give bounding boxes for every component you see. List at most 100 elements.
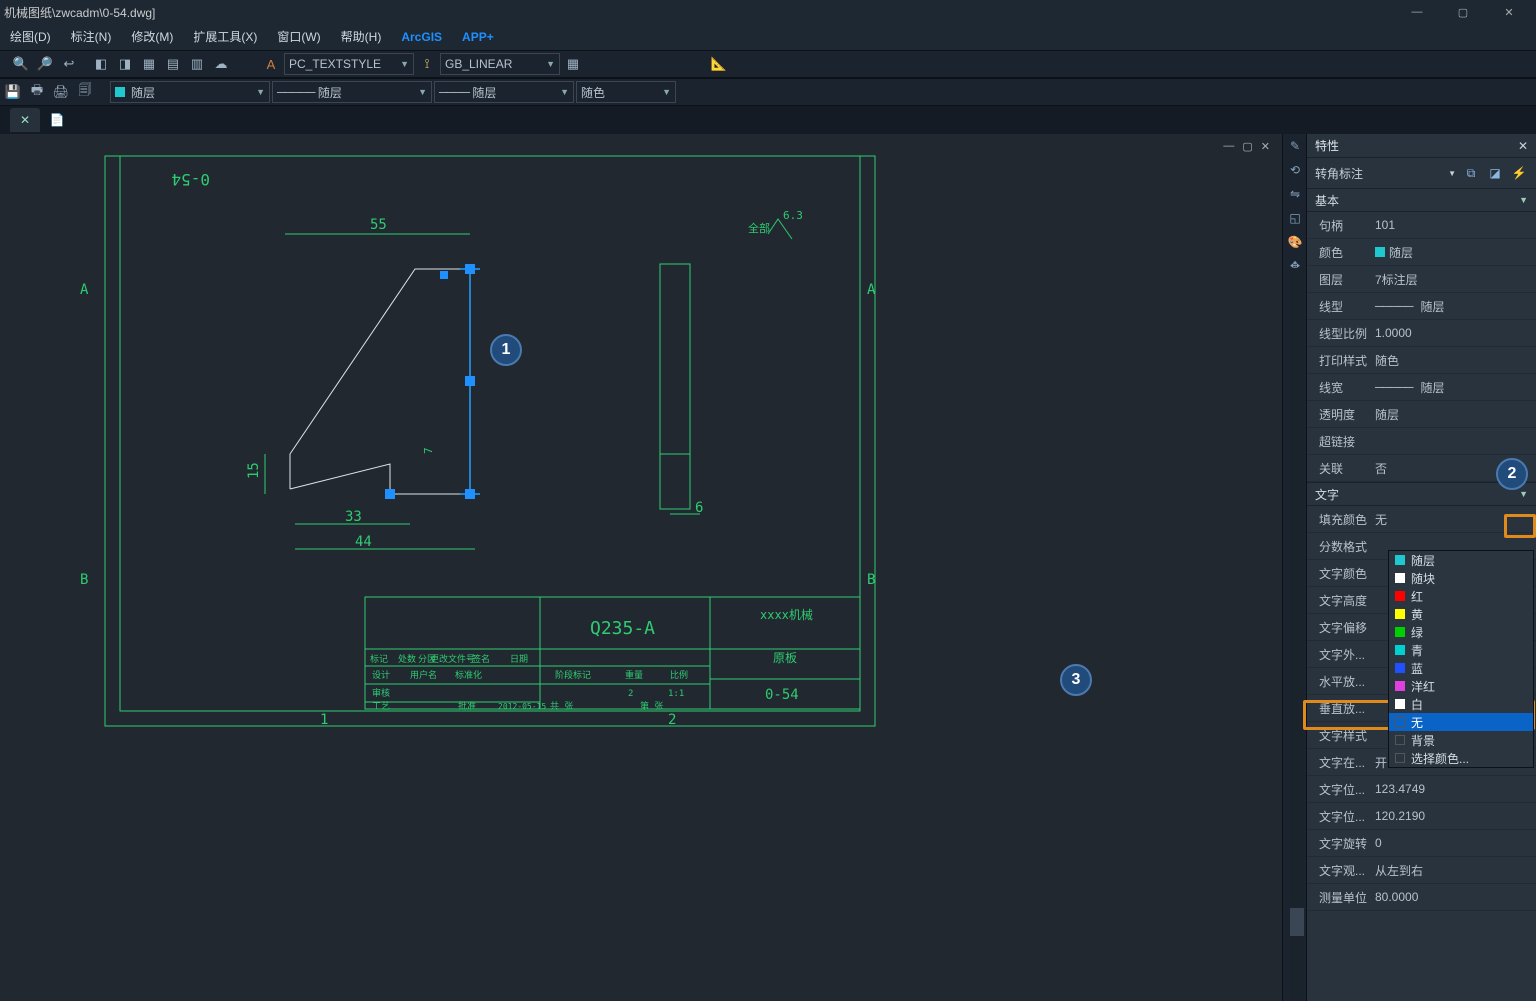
- layerlock-icon[interactable]: ▤: [162, 53, 184, 75]
- close-button[interactable]: ✕: [1486, 0, 1532, 24]
- basic-row-6[interactable]: 线宽───── 随层: [1307, 374, 1536, 401]
- publish-icon[interactable]: 🗐: [74, 81, 96, 103]
- dropdown-item-8[interactable]: 白: [1389, 695, 1533, 713]
- text-style-combo[interactable]: PC_TEXTSTYLE ▼: [284, 53, 414, 75]
- text-row-12[interactable]: 文字旋转0: [1307, 830, 1536, 857]
- layer-combo-2[interactable]: ───── 随层 ▼: [272, 81, 432, 103]
- prop-value[interactable]: 随层: [1371, 244, 1536, 261]
- layerfrz-icon[interactable]: ▦: [138, 53, 160, 75]
- save-icon[interactable]: 💾: [2, 81, 24, 103]
- text-row-10[interactable]: 文字位...123.4749: [1307, 776, 1536, 803]
- menu-arcgis[interactable]: ArcGIS: [391, 24, 452, 50]
- table-style-icon[interactable]: ▦: [562, 53, 584, 75]
- zoom-window-icon[interactable]: 🔍: [10, 53, 32, 75]
- prop-value[interactable]: ───── 随层: [1371, 379, 1536, 396]
- color-combo[interactable]: 随色 ▼: [576, 81, 676, 103]
- dropdown-item-6[interactable]: 蓝: [1389, 659, 1533, 677]
- tool-palette-icon[interactable]: 🎨: [1283, 230, 1307, 254]
- prop-value[interactable]: 0: [1371, 836, 1536, 850]
- minimize-button[interactable]: —: [1394, 0, 1440, 24]
- cloud-icon[interactable]: ☁: [210, 53, 232, 75]
- menu-draw[interactable]: 绘图(D): [0, 24, 61, 50]
- text-row-11[interactable]: 文字位...120.2190: [1307, 803, 1536, 830]
- menu-window[interactable]: 窗口(W): [267, 24, 330, 50]
- canvas-min[interactable]: —: [1221, 140, 1236, 153]
- dropdown-item-7[interactable]: 洋红: [1389, 677, 1533, 695]
- layeroff-icon[interactable]: ◨: [114, 53, 136, 75]
- print-icon[interactable]: 🖶: [26, 81, 48, 103]
- basic-row-2[interactable]: 图层7标注层: [1307, 266, 1536, 293]
- quick-select-icon[interactable]: ◪: [1486, 164, 1504, 182]
- dropdown-item-0[interactable]: 随层: [1389, 551, 1533, 569]
- prop-value[interactable]: 从左到右: [1371, 862, 1536, 879]
- dropdown-item-3[interactable]: 黄: [1389, 605, 1533, 623]
- plot-icon[interactable]: 🖨: [50, 81, 72, 103]
- canvas-scrollbar[interactable]: [1290, 268, 1304, 1001]
- close-tab-icon[interactable]: ✕: [20, 113, 30, 127]
- dropdown-item-2[interactable]: 红: [1389, 587, 1533, 605]
- prop-value[interactable]: 1.0000: [1371, 326, 1536, 340]
- basic-row-0[interactable]: 句柄101: [1307, 212, 1536, 239]
- prop-value[interactable]: 7标注层: [1371, 271, 1536, 288]
- document-tab-active[interactable]: ✕: [10, 108, 40, 132]
- prop-value[interactable]: ───── 随层: [1371, 298, 1536, 315]
- dropdown-item-1[interactable]: 随块: [1389, 569, 1533, 587]
- layer-combo-3[interactable]: ──── 随层 ▼: [434, 81, 574, 103]
- prop-value[interactable]: 随色: [1371, 352, 1536, 369]
- basic-row-7[interactable]: 透明度随层: [1307, 401, 1536, 428]
- tool-scale-icon[interactable]: ◱: [1283, 206, 1307, 230]
- prop-value[interactable]: 123.4749: [1371, 782, 1536, 796]
- basic-row-5[interactable]: 打印样式随色: [1307, 347, 1536, 374]
- basic-row-1[interactable]: 颜色随层: [1307, 239, 1536, 266]
- linetype-symbol: ─────: [1375, 299, 1413, 313]
- prop-value[interactable]: 随层: [1371, 406, 1536, 423]
- svg-text:全部: 全部: [748, 221, 770, 235]
- canvas-max[interactable]: ▢: [1240, 140, 1254, 153]
- object-type-combo[interactable]: 转角标注 ▼: [1315, 165, 1456, 182]
- svg-text:6.3: 6.3: [783, 209, 803, 222]
- properties-close-icon[interactable]: ✕: [1518, 139, 1528, 153]
- prop-value[interactable]: 101: [1371, 218, 1536, 232]
- dropdown-item-4[interactable]: 绿: [1389, 623, 1533, 641]
- prop-label: 文字位...: [1307, 781, 1371, 798]
- menu-dim[interactable]: 标注(N): [61, 24, 122, 50]
- color-swatch: [1395, 735, 1405, 745]
- dropdown-item-9[interactable]: 无: [1389, 713, 1533, 731]
- dim-style-combo[interactable]: GB_LINEAR ▼: [440, 53, 560, 75]
- maximize-button[interactable]: ▢: [1440, 0, 1486, 24]
- pick-add-icon[interactable]: ⧉: [1462, 164, 1480, 182]
- measure-icon[interactable]: 📐: [708, 53, 730, 75]
- fill-color-dropdown[interactable]: 随层随块红黄绿青蓝洋红白无背景选择颜色...: [1388, 550, 1534, 768]
- section-basic[interactable]: 基本 ▼: [1307, 188, 1536, 212]
- tool-mirror-icon[interactable]: ⇋: [1283, 182, 1307, 206]
- tool-rotate-icon[interactable]: ⟲: [1283, 158, 1307, 182]
- text-row-0[interactable]: 填充颜色无: [1307, 506, 1536, 533]
- layeriso-icon[interactable]: ◧: [90, 53, 112, 75]
- menu-modify[interactable]: 修改(M): [121, 24, 183, 50]
- zoom-extents-icon[interactable]: 🔎: [34, 53, 56, 75]
- prop-value[interactable]: 120.2190: [1371, 809, 1536, 823]
- text-row-14[interactable]: 测量单位80.0000: [1307, 884, 1536, 911]
- basic-row-3[interactable]: 线型───── 随层: [1307, 293, 1536, 320]
- layermgr-icon[interactable]: ▥: [186, 53, 208, 75]
- dropdown-item-11[interactable]: 选择颜色...: [1389, 749, 1533, 767]
- layer-combo-1[interactable]: 随层 ▼: [110, 81, 270, 103]
- menu-app[interactable]: APP+: [452, 24, 504, 50]
- drawing-canvas[interactable]: — ▢ ✕: [0, 134, 1282, 1001]
- prop-value[interactable]: 无: [1371, 511, 1536, 528]
- menu-help[interactable]: 帮助(H): [331, 24, 392, 50]
- basic-row-4[interactable]: 线型比例1.0000: [1307, 320, 1536, 347]
- dropdown-item-10[interactable]: 背景: [1389, 731, 1533, 749]
- menu-ext[interactable]: 扩展工具(X): [183, 24, 267, 50]
- zoom-prev-icon[interactable]: ↩: [58, 53, 80, 75]
- dim-style-icon[interactable]: ⟟: [416, 53, 438, 75]
- flash-icon[interactable]: ⚡: [1510, 164, 1528, 182]
- prop-value[interactable]: 80.0000: [1371, 890, 1536, 904]
- text-style-icon[interactable]: A: [260, 53, 282, 75]
- tool-brush-icon[interactable]: ✎: [1283, 134, 1307, 158]
- basic-row-8[interactable]: 超链接: [1307, 428, 1536, 455]
- text-row-13[interactable]: 文字观...从左到右: [1307, 857, 1536, 884]
- canvas-close[interactable]: ✕: [1259, 140, 1272, 153]
- dropdown-item-5[interactable]: 青: [1389, 641, 1533, 659]
- new-tab-button[interactable]: 📄: [46, 109, 68, 131]
